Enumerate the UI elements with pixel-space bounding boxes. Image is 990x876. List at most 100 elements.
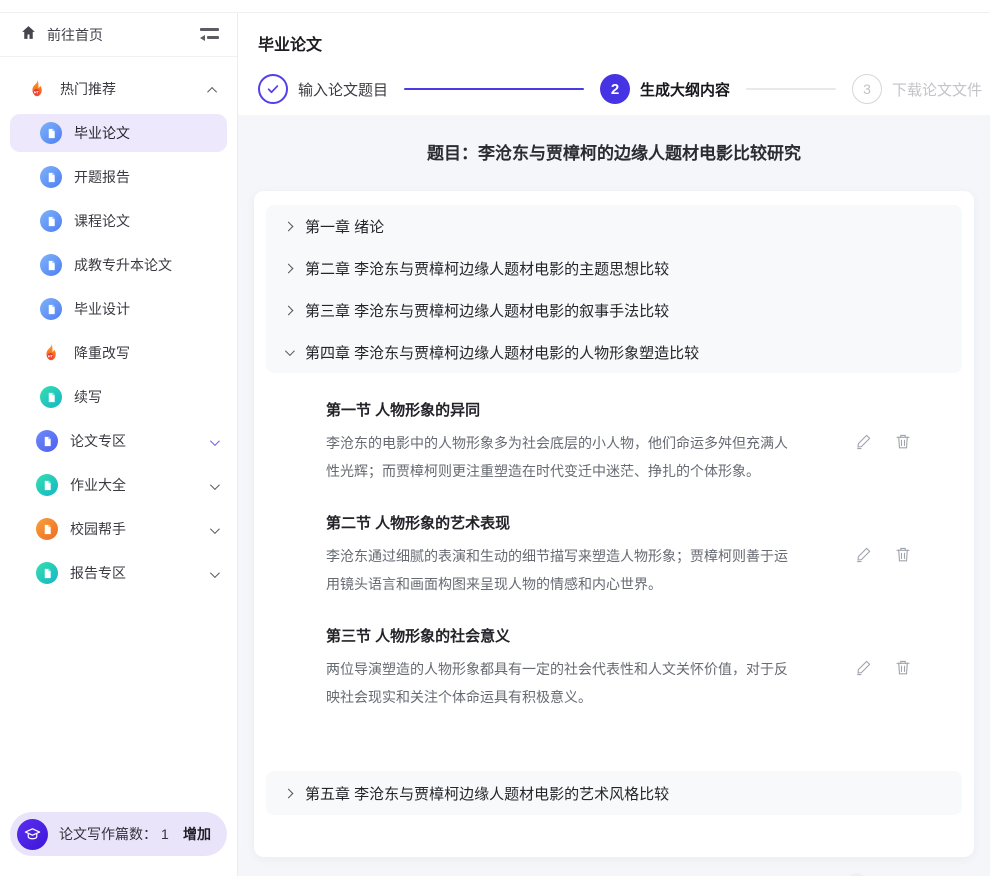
section-title: 第三节 人物形象的社会意义 [326,625,795,646]
delete-icon[interactable] [894,545,912,563]
thesis-title: 题目：李沧东与贾樟柯的边缘人题材电影比较研究 [238,139,990,164]
chapter-row-expanded[interactable]: 第四章 李沧东与贾樟柯边缘人题材电影的人物形象塑造比较 [266,331,962,373]
chapter-title: 第二章 李沧东与贾樟柯边缘人题材电影的主题思想比较 [305,258,669,279]
section-item: 第一节 人物形象的异同 李沧东的电影中的人物形象多为社会底层的小人物，他们命运多… [266,399,962,485]
step-number: 3 [852,74,882,104]
fire-icon: HT [26,77,48,102]
step-connector [404,88,584,90]
main-content: 毕业论文 输入论文题目 2 生成大纲内容 3 [238,13,990,876]
sidebar-header: 前往首页 [0,13,237,57]
top-strip [0,0,990,13]
section-item: 第二节 人物形象的艺术表现 李沧东通过细腻的表演和生动的细节描写来塑造人物形象；… [266,512,962,598]
section-title: 第二节 人物形象的艺术表现 [326,512,795,533]
section-item: 第三节 人物形象的社会意义 两位导演塑造的人物形象都具有一定的社会代表性和人文关… [266,625,962,711]
credits-count: 1 [161,826,169,842]
chapter-row[interactable]: 第二章 李沧东与贾樟柯边缘人题材电影的主题思想比较 [266,247,962,289]
document-icon [36,474,58,496]
section-description: 两位导演塑造的人物形象都具有一定的社会代表性和人文关怀价值，对于反映社会现实和关… [326,655,795,711]
chapter-list: 第一章 绪论 第二章 李沧东与贾樟柯边缘人题材电影的主题思想比较 第三章 李沧东… [266,205,962,373]
delete-icon[interactable] [894,658,912,676]
chevron-down-icon [210,521,217,537]
sidebar-item-label: 课程论文 [74,211,130,231]
sidebar-item-continue-writing[interactable]: 续写 [0,375,237,419]
sidebar-item-graduation-thesis[interactable]: 毕业论文 [10,114,227,152]
home-link[interactable]: 前往首页 [47,25,103,45]
sidebar-group-label: 报告专区 [70,563,126,583]
step-connector [746,88,836,90]
edit-icon[interactable] [855,658,873,676]
sidebar-group-label: 校园帮手 [70,519,126,539]
chevron-down-icon [210,565,217,581]
sidebar-item-course-paper[interactable]: 课程论文 [0,199,237,243]
sidebar-group-report-zone[interactable]: 报告专区 [0,551,237,595]
step-number: 2 [600,74,630,104]
chapter-row[interactable]: 第五章 李沧东与贾樟柯边缘人题材电影的艺术风格比较 [266,771,962,815]
sidebar-group-label: 论文专区 [70,431,126,451]
fire-icon: HT [40,341,62,366]
chapter-row[interactable]: 第一章 绪论 [266,205,962,247]
sidebar: 前往首页 HT 热门推荐 毕业论文 [0,13,238,876]
sidebar-item-proposal-report[interactable]: 开题报告 [0,155,237,199]
chevron-right-icon [284,305,294,315]
document-icon [36,518,58,540]
chevron-right-icon [284,221,294,231]
section-list: 第一节 人物形象的异同 李沧东的电影中的人物形象多为社会底层的小人物，他们命运多… [266,373,962,742]
sidebar-group-homework[interactable]: 作业大全 [0,463,237,507]
sidebar-group-hot[interactable]: HT 热门推荐 [0,67,237,111]
step-label: 下载论文文件 [892,79,982,100]
chevron-right-icon [284,788,294,798]
edit-icon[interactable] [855,432,873,450]
chevron-down-icon [210,433,217,449]
sidebar-footer: 论文写作篇数： 1 增加 [0,812,237,876]
section-title: 第一节 人物形象的异同 [326,399,795,420]
step-enter-title: 输入论文题目 [258,74,388,104]
sidebar-item-label: 降重改写 [74,343,130,363]
chapter-title: 第四章 李沧东与贾樟柯边缘人题材电影的人物形象塑造比较 [305,342,699,363]
sidebar-item-label: 毕业设计 [74,299,130,319]
page-title: 毕业论文 [258,31,982,55]
svg-text:HT: HT [34,90,40,94]
sidebar-group-campus-helper[interactable]: 校园帮手 [0,507,237,551]
chapter-title: 第一章 绪论 [305,216,384,237]
document-icon [40,254,62,276]
document-icon [40,386,62,408]
chapter-list-bottom: 第五章 李沧东与贾樟柯边缘人题材电影的艺术风格比较 [266,771,962,815]
document-icon [40,210,62,232]
document-icon [36,562,58,584]
home-icon[interactable] [20,24,37,46]
sidebar-group-thesis-zone[interactable]: 论文专区 [0,419,237,463]
step-download-file: 3 下载论文文件 [852,74,982,104]
svg-text:HT: HT [48,354,54,358]
step-generate-outline: 2 生成大纲内容 [600,74,730,104]
sidebar-item-label: 毕业论文 [74,123,130,143]
step-label: 输入论文题目 [298,79,388,100]
sidebar-item-label: 续写 [74,387,102,407]
sidebar-menu: HT 热门推荐 毕业论文 开题报告 [0,57,237,595]
chevron-down-icon [210,477,217,493]
check-icon [258,74,288,104]
sidebar-item-graduation-design[interactable]: 毕业设计 [0,287,237,331]
sidebar-item-adult-education-thesis[interactable]: 成教专升本论文 [0,243,237,287]
main-body: 题目：李沧东与贾樟柯的边缘人题材电影比较研究 第一章 绪论 第二章 李沧东与贾樟… [238,115,990,876]
edit-icon[interactable] [855,545,873,563]
section-description: 李沧东的电影中的人物形象多为社会底层的小人物，他们命运多舛但充满人性光辉；而贾樟… [326,429,795,485]
sidebar-item-rewrite[interactable]: HT 降重改写 [0,331,237,375]
chapter-row[interactable]: 第三章 李沧东与贾樟柯边缘人题材电影的叙事手法比较 [266,289,962,331]
chevron-up-icon [210,81,217,97]
document-icon [40,298,62,320]
collapse-menu-icon[interactable] [200,28,219,40]
add-credits-button[interactable]: 增加 [183,824,211,844]
chapter-title: 第三章 李沧东与贾樟柯边缘人题材电影的叙事手法比较 [305,300,669,321]
delete-icon[interactable] [894,432,912,450]
main-header: 毕业论文 输入论文题目 2 生成大纲内容 3 [238,13,990,115]
document-icon [40,166,62,188]
document-icon [40,122,62,144]
step-label: 生成大纲内容 [640,79,730,100]
chapter-title: 第五章 李沧东与贾樟柯边缘人题材电影的艺术风格比较 [305,783,669,804]
sidebar-item-label: 开题报告 [74,167,130,187]
watermark: AIToolBox [843,871,984,876]
credits-label: 论文写作篇数： [59,824,157,844]
outline-card: 第一章 绪论 第二章 李沧东与贾樟柯边缘人题材电影的主题思想比较 第三章 李沧东… [254,191,974,857]
sidebar-item-label: 成教专升本论文 [74,255,172,275]
graduation-cap-icon [17,819,48,850]
